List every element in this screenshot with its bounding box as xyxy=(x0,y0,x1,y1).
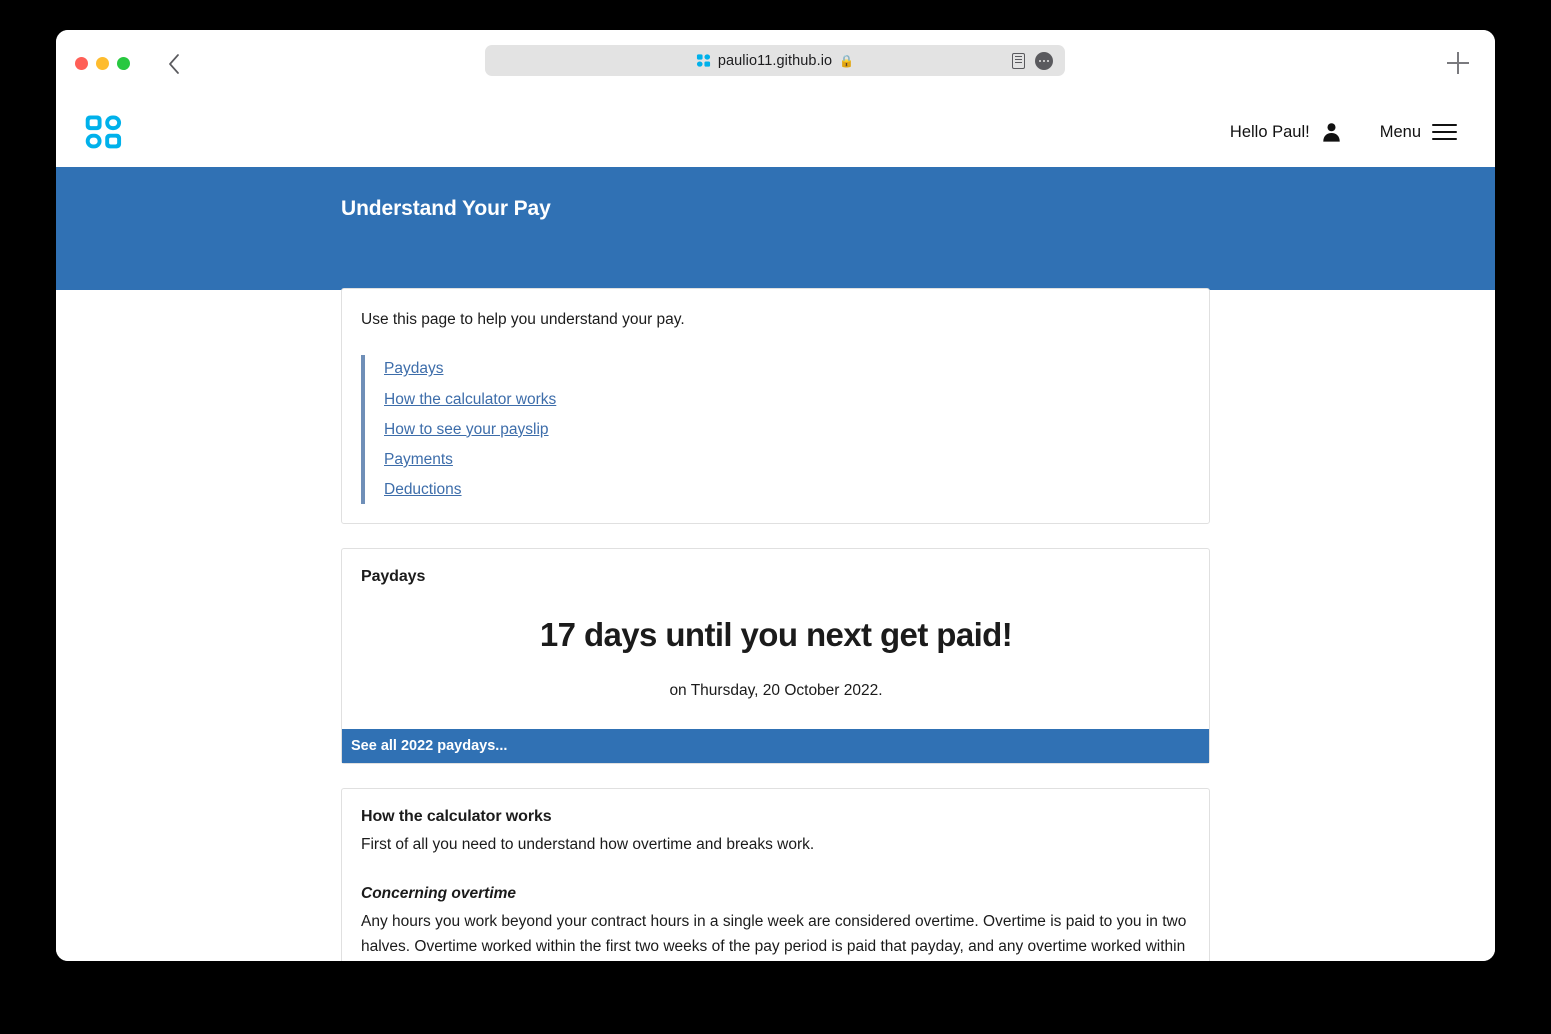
more-options-icon[interactable] xyxy=(1035,51,1053,70)
new-tab-button[interactable] xyxy=(1447,52,1469,74)
close-window-button[interactable] xyxy=(75,57,88,70)
calculator-intro-text: First of all you need to understand how … xyxy=(361,835,815,853)
url-text: paulio11.github.io xyxy=(717,52,833,69)
menu-button[interactable]: Menu xyxy=(1380,123,1457,142)
overtime-subheading: Concerning overtime xyxy=(361,884,517,902)
intro-text: Use this page to help you understand you… xyxy=(361,311,685,328)
account-link[interactable]: Hello Paul! xyxy=(1230,121,1342,143)
paydays-heading: Paydays xyxy=(361,567,426,585)
content-column: Use this page to help you understand you… xyxy=(341,288,1210,961)
hamburger-icon xyxy=(1432,123,1457,141)
payday-date: on Thursday, 20 October 2022. xyxy=(669,681,883,699)
calculator-card: How the calculator works First of all yo… xyxy=(341,787,1210,961)
section-link-list: Paydays How the calculator works How to … xyxy=(361,355,1191,504)
browser-chrome: paulio11.github.io 🔒 xyxy=(56,30,1495,97)
overtime-text: Any hours you work beyond your contract … xyxy=(361,912,1187,955)
intro-card: Use this page to help you understand you… xyxy=(341,288,1210,524)
link-paydays[interactable]: Paydays xyxy=(384,357,443,380)
address-bar-actions xyxy=(1012,45,1053,76)
person-icon xyxy=(1322,123,1340,142)
browser-window: paulio11.github.io 🔒 Hello Paul! Menu Un… xyxy=(56,30,1495,961)
chevron-left-icon xyxy=(169,53,179,74)
page-content: Hello Paul! Menu Understand Your Pay Use… xyxy=(56,97,1495,961)
page-banner: Understand Your Pay xyxy=(56,167,1495,290)
link-payments[interactable]: Payments xyxy=(384,448,453,471)
coop-logo-icon[interactable] xyxy=(84,113,124,152)
see-all-paydays-button[interactable]: See all 2022 paydays... xyxy=(342,728,1209,763)
minimize-window-button[interactable] xyxy=(96,57,109,70)
reader-view-icon[interactable] xyxy=(1012,52,1025,69)
paydays-card: Paydays 17 days until you next get paid!… xyxy=(341,547,1210,764)
link-deductions[interactable]: Deductions xyxy=(384,478,462,501)
address-bar[interactable]: paulio11.github.io 🔒 xyxy=(485,45,1065,76)
payday-countdown: 17 days until you next get paid! xyxy=(539,615,1013,653)
site-header: Hello Paul! Menu xyxy=(56,97,1495,167)
lock-icon: 🔒 xyxy=(839,53,855,68)
calculator-heading: How the calculator works xyxy=(361,807,552,825)
page-title: Understand Your Pay xyxy=(341,197,551,220)
menu-label: Menu xyxy=(1379,122,1421,141)
coop-favicon-icon xyxy=(696,54,710,67)
link-calculator[interactable]: How the calculator works xyxy=(384,388,556,411)
maximize-window-button[interactable] xyxy=(117,57,130,70)
header-actions: Hello Paul! Menu xyxy=(1230,121,1457,143)
back-navigation-button[interactable] xyxy=(162,52,186,76)
greeting-text: Hello Paul! xyxy=(1229,122,1310,141)
window-controls xyxy=(75,57,130,70)
link-payslip[interactable]: How to see your payslip xyxy=(384,418,549,441)
